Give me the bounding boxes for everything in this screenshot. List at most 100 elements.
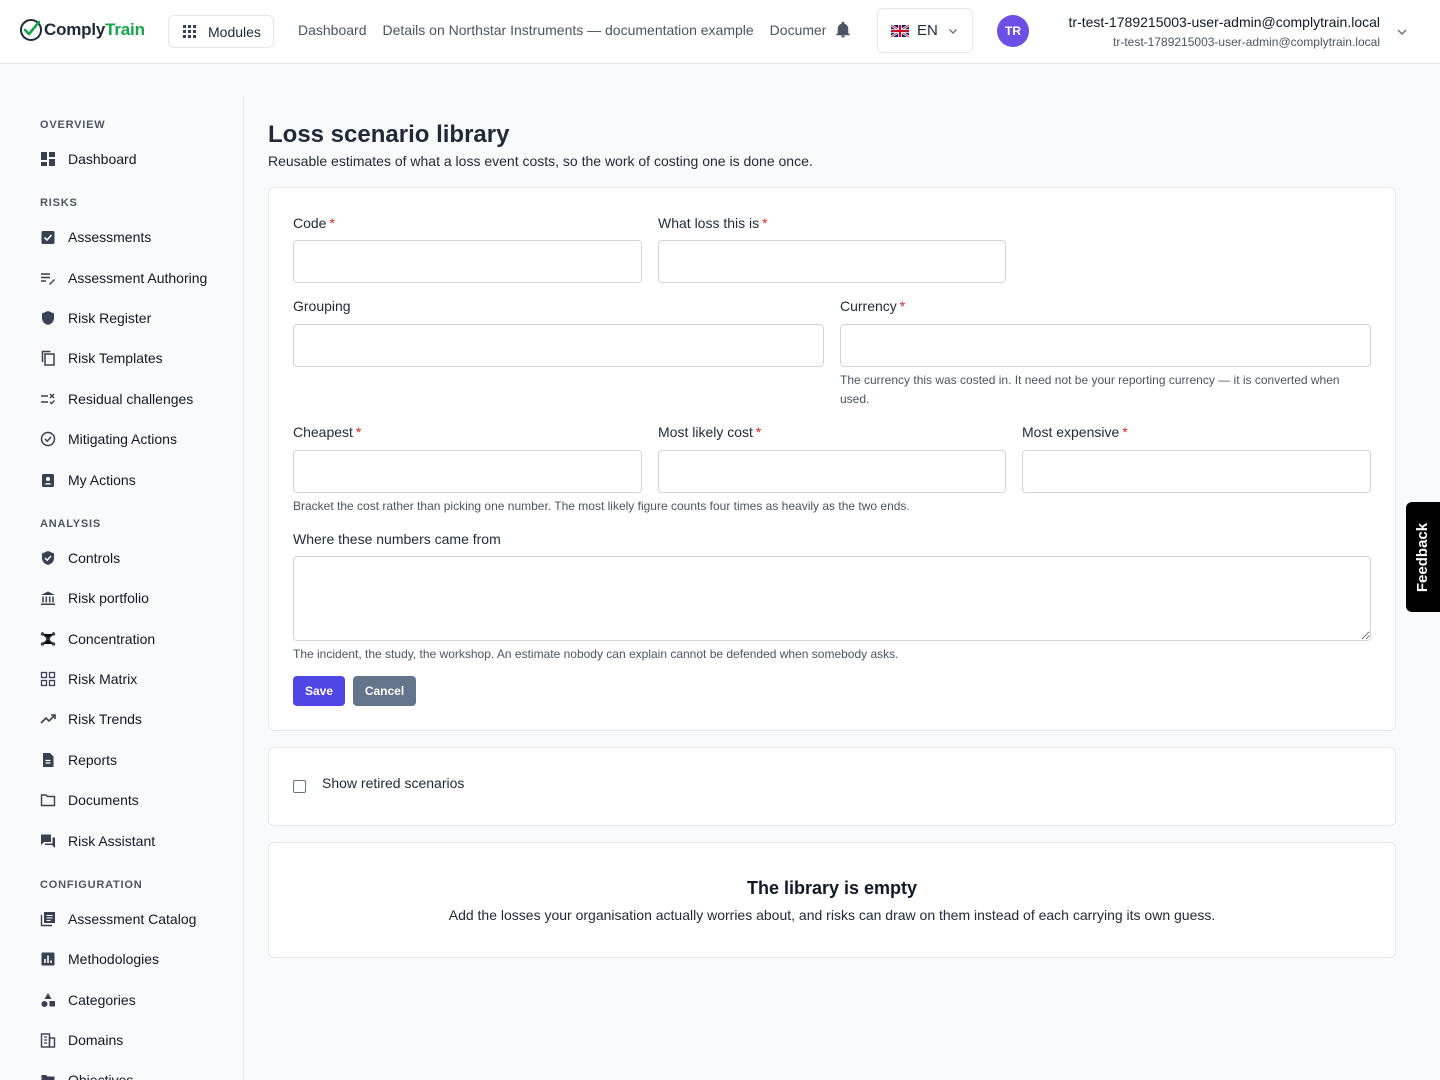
top-header: ComplyTrain Modules Dashboard Details on … <box>0 0 1440 64</box>
sidebar-item-label: My Actions <box>68 472 136 488</box>
sidebar-item-risk-assistant[interactable]: Risk Assistant <box>40 829 155 853</box>
breadcrumb-details[interactable]: Details on Northstar Instruments — docum… <box>383 22 754 38</box>
copy-icon <box>40 350 56 366</box>
catalog-icon <box>40 911 56 927</box>
most-expensive-label: Most expensive * <box>1022 424 1128 440</box>
language-select[interactable]: EN <box>877 8 973 53</box>
building-icon <box>40 1032 56 1048</box>
code-input[interactable] <box>293 240 642 283</box>
sidebar-item-controls[interactable]: Controls <box>40 546 120 570</box>
dashboard-icon <box>40 151 56 167</box>
modules-button[interactable]: Modules <box>168 15 274 48</box>
sidebar-item-assessments[interactable]: Assessments <box>40 225 151 249</box>
apps-grid-icon <box>183 25 196 38</box>
chevron-down-icon <box>948 28 957 34</box>
sidebar-item-risk-templates[interactable]: Risk Templates <box>40 346 163 370</box>
page-subtitle: Reusable estimates of what a loss event … <box>268 153 813 169</box>
sidebar-item-label: Reports <box>68 752 118 768</box>
hub-icon <box>40 631 56 647</box>
sidebar-item-categories[interactable]: Categories <box>40 988 136 1012</box>
most-likely-label: Most likely cost * <box>658 424 762 440</box>
sidebar-item-label: Assessment Catalog <box>68 911 197 927</box>
empty-state-card: The library is empty Add the losses your… <box>268 842 1396 958</box>
sidebar-item-dashboard[interactable]: Dashboard <box>40 147 137 171</box>
sidebar-item-label: Concentration <box>68 631 156 647</box>
empty-state-title: The library is empty <box>746 878 918 898</box>
required-marker: * <box>762 215 768 231</box>
document-icon <box>40 752 56 768</box>
feedback-tab[interactable]: Feedback <box>1406 502 1440 612</box>
shapes-icon <box>40 992 56 1008</box>
breadcrumb: Dashboard Details on Northstar Instrument… <box>298 22 826 38</box>
sidebar-item-mitigating-actions[interactable]: Mitigating Actions <box>40 427 177 451</box>
sidebar-item-label: Risk Templates <box>68 350 163 366</box>
sidebar-section-overview: OVERVIEW <box>40 119 106 131</box>
feedback-label: Feedback <box>1414 522 1432 592</box>
sidebar-item-documents[interactable]: Documents <box>40 788 139 812</box>
show-retired-label[interactable]: Show retired scenarios <box>322 775 464 791</box>
sidebar-item-risk-portfolio[interactable]: Risk portfolio <box>40 586 149 610</box>
bell-icon[interactable] <box>834 21 852 39</box>
currency-input[interactable] <box>840 324 1371 367</box>
sidebar-item-assessment-catalog[interactable]: Assessment Catalog <box>40 907 196 931</box>
cheapest-input[interactable] <box>293 450 642 493</box>
cancel-button[interactable]: Cancel <box>353 676 416 706</box>
what-loss-label: What loss this is * <box>658 215 768 231</box>
sidebar-item-residual-challenges[interactable]: Residual challenges <box>40 387 193 411</box>
sidebar-item-label: Documents <box>68 792 139 808</box>
bracket-help: Bracket the cost rather than picking one… <box>293 499 910 513</box>
assignment-ind-icon <box>40 472 56 488</box>
required-marker: * <box>329 215 335 231</box>
show-retired-checkbox[interactable] <box>293 780 306 793</box>
sidebar-item-assessment-authoring[interactable]: Assessment Authoring <box>40 266 207 290</box>
sidebar-item-risk-register[interactable]: Risk Register <box>40 306 151 330</box>
sidebar-item-label: Categories <box>68 992 136 1008</box>
logo-check-icon <box>20 19 42 41</box>
save-button[interactable]: Save <box>293 676 345 706</box>
chart-box-icon <box>40 951 56 967</box>
page-title: Loss scenario library <box>268 121 510 148</box>
sidebar-item-label: Mitigating Actions <box>68 431 177 447</box>
sidebar-item-methodologies[interactable]: Methodologies <box>40 947 159 971</box>
breadcrumb-documents[interactable]: Documents <box>770 22 826 38</box>
sidebar-item-label: Risk Matrix <box>68 671 138 687</box>
most-expensive-input[interactable] <box>1022 450 1371 493</box>
sidebar-section-configuration: CONFIGURATION <box>40 879 143 891</box>
breadcrumb-dashboard[interactable]: Dashboard <box>298 22 367 38</box>
currency-help: The currency this was costed in. It need… <box>840 373 1340 406</box>
sidebar-item-reports[interactable]: Reports <box>40 748 117 772</box>
edit-list-icon <box>40 270 56 286</box>
app-logo[interactable]: ComplyTrain <box>19 18 145 42</box>
avatar[interactable]: TR <box>997 15 1029 47</box>
most-likely-input[interactable] <box>658 450 1006 493</box>
sidebar-item-objectives[interactable]: Objectives <box>40 1068 133 1080</box>
sidebar-item-risk-trends[interactable]: Risk Trends <box>40 707 142 731</box>
language-label: EN <box>917 22 938 39</box>
sidebar-item-concentration[interactable]: Concentration <box>40 627 155 651</box>
sidebar: OVERVIEW Dashboard RISKS Assessments Ass… <box>0 96 244 1080</box>
sidebar-item-domains[interactable]: Domains <box>40 1028 123 1052</box>
scenario-form-card: Code * What loss this is * Grouping Curren… <box>268 187 1396 731</box>
sidebar-item-label: Assessment Authoring <box>68 270 208 286</box>
user-name[interactable]: tr-test-1789215003-user-admin@complytrai… <box>1069 14 1380 30</box>
source-textarea[interactable] <box>293 556 1371 641</box>
grouping-label: Grouping <box>293 298 351 314</box>
sidebar-item-label: Residual challenges <box>68 391 194 407</box>
user-menu-chevron-icon[interactable] <box>1396 26 1408 38</box>
trending-up-icon <box>40 711 56 727</box>
sidebar-item-label: Risk portfolio <box>68 590 149 606</box>
assignment-check-icon <box>40 229 56 245</box>
sidebar-item-label: Risk Register <box>68 310 152 326</box>
rule-icon <box>40 391 56 407</box>
sidebar-item-label: Assessments <box>68 229 152 245</box>
sidebar-item-label: Objectives <box>68 1072 134 1080</box>
grouping-input[interactable] <box>293 324 824 367</box>
sidebar-item-my-actions[interactable]: My Actions <box>40 468 136 492</box>
logo-text: ComplyTrain <box>44 20 145 39</box>
shield-icon <box>40 310 56 326</box>
sidebar-item-risk-matrix[interactable]: Risk Matrix <box>40 667 137 691</box>
user-email: tr-test-1789215003-user-admin@complytrai… <box>1113 35 1380 49</box>
source-help: The incident, the study, the workshop. A… <box>293 647 899 661</box>
sidebar-item-label: Methodologies <box>68 951 160 967</box>
what-loss-input[interactable] <box>658 240 1006 283</box>
